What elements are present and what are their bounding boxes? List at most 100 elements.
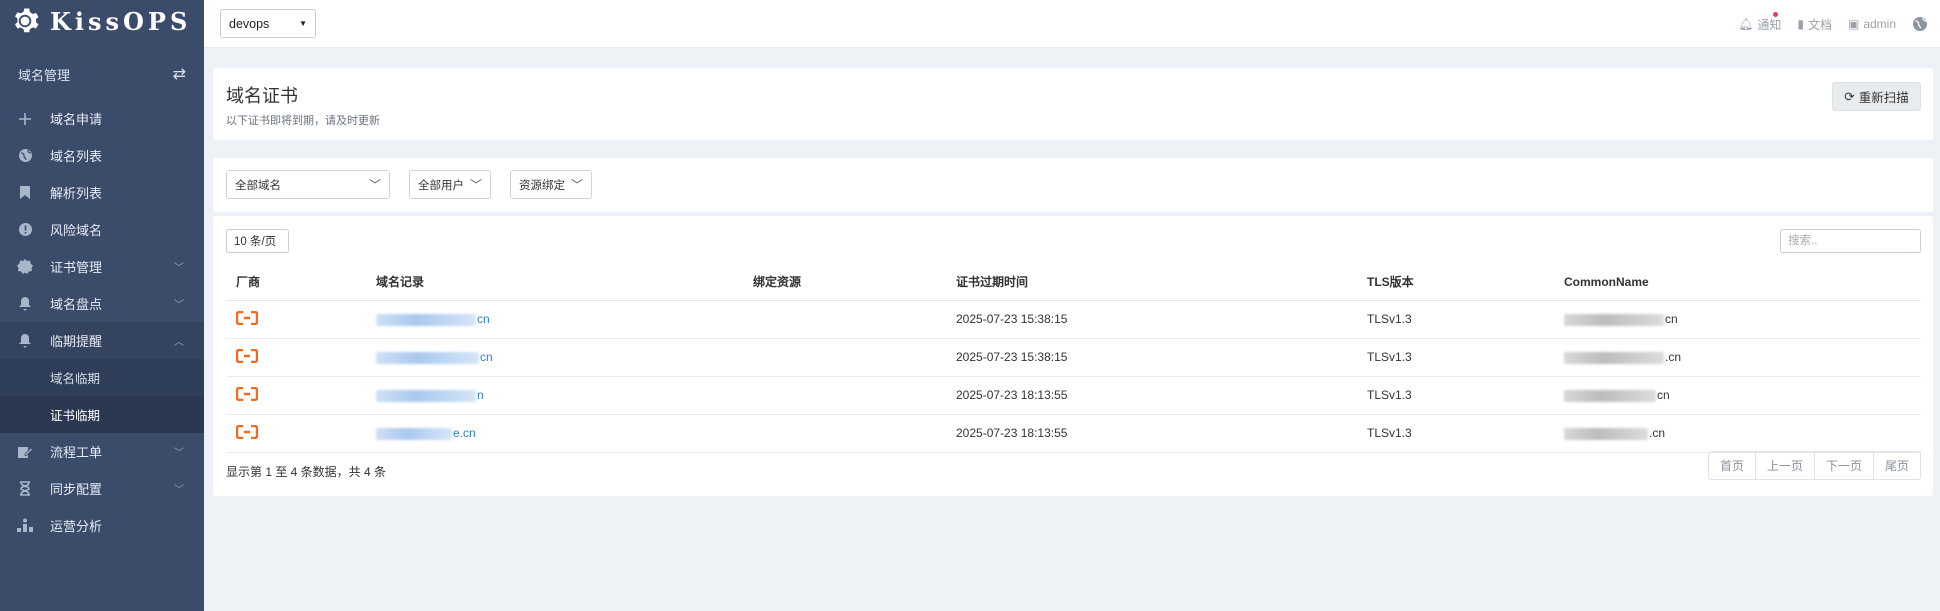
sidebar-section-header: 域名管理 ⇄: [0, 48, 204, 100]
pagination: 首页 上一页 下一页 尾页: [1707, 451, 1921, 480]
rescan-button[interactable]: ⟳ 重新扫描: [1832, 82, 1921, 111]
refresh-icon: ⟳: [1844, 90, 1855, 104]
brand-logo[interactable]: KissOPS: [0, 0, 204, 42]
resource-cell: [743, 300, 946, 339]
redacted-text: [1564, 313, 1664, 326]
domain-link[interactable]: n: [366, 376, 743, 415]
table-row: n 2025-07-23 18:13:55 TLSv1.3 cn: [226, 376, 1921, 415]
chevron-down-icon: ﹀: [368, 178, 381, 192]
sidebar-item-workflow[interactable]: 流程工单 ﹀: [0, 433, 204, 470]
chevron-down-icon: ﹀: [469, 178, 482, 192]
alert-icon: [16, 221, 34, 239]
redacted-text: [376, 351, 479, 364]
domain-suffix: n: [477, 388, 484, 402]
column-header-expire[interactable]: 证书过期时间: [946, 264, 1357, 301]
column-header-vendor[interactable]: 厂商: [226, 264, 366, 301]
user-menu[interactable]: ▣ admin: [1848, 17, 1896, 31]
redacted-text: [376, 313, 476, 326]
sidebar-subitem-domain-expiry[interactable]: 域名临期: [0, 359, 204, 396]
domain-link[interactable]: cn: [366, 338, 743, 377]
table-row: e.cn 2025-07-23 18:13:55 TLSv1.3 .cn: [226, 414, 1921, 453]
chevron-down-icon: ﹀: [174, 300, 184, 311]
commonname-suffix: .cn: [1665, 350, 1682, 364]
swap-icon[interactable]: ⇄: [173, 64, 186, 84]
column-header-commonname[interactable]: CommonName: [1554, 264, 1921, 301]
domain-link[interactable]: e.cn: [366, 414, 743, 453]
sidebar-item-domain-apply[interactable]: 域名申请: [0, 100, 204, 137]
sidebar-item-domain-inventory[interactable]: 域名盘点 ﹀: [0, 285, 204, 322]
notify-link[interactable]: 🔔︎ 通知: [1738, 11, 1781, 33]
chevron-down-icon: ﹀: [174, 448, 184, 459]
certificate-icon: [16, 258, 34, 276]
sidebar-item-expiry-reminder[interactable]: 临期提醒 ︿: [0, 322, 204, 359]
cert-table: 厂商 域名记录 绑定资源 证书过期时间 TLS版本 CommonName cn …: [226, 264, 1921, 453]
redacted-text: [1564, 351, 1664, 364]
table-info: 显示第 1 至 4 条数据，共 4 条: [226, 465, 387, 479]
tls-cell: TLSv1.3: [1357, 414, 1554, 453]
domain-suffix: e.cn: [453, 426, 476, 440]
expire-cell: 2025-07-23 15:38:15: [946, 338, 1357, 377]
edit-icon: [16, 443, 34, 461]
environment-select-value: devops: [229, 16, 270, 31]
plus-icon: [16, 110, 34, 128]
next-page-button[interactable]: 下一页: [1813, 452, 1873, 479]
bell-icon: [16, 332, 34, 350]
domain-filter-value: 全部域名: [235, 179, 281, 192]
sidebar-item-label: 流程工单: [50, 445, 103, 460]
aliyun-logo-icon: [235, 386, 259, 401]
tls-cell: TLSv1.3: [1357, 376, 1554, 415]
aliyun-logo-icon: [235, 348, 259, 363]
tls-cell: TLSv1.3: [1357, 338, 1554, 377]
user-label: admin: [1863, 17, 1896, 31]
aliyun-logo-icon: [235, 310, 259, 325]
prev-page-button[interactable]: 上一页: [1754, 452, 1814, 479]
resource-cell: [743, 338, 946, 377]
domain-link[interactable]: cn: [366, 300, 743, 339]
chevron-down-icon: ﹀: [174, 485, 184, 496]
commonname-cell: .cn: [1554, 338, 1921, 377]
topbar: devops ▼ 🔔︎ 通知 ▮ 文档 ▣ admin: [204, 0, 1940, 48]
sidebar-section-title: 域名管理: [18, 67, 71, 83]
rescan-label: 重新扫描: [1858, 91, 1909, 105]
commonname-cell: cn: [1554, 376, 1921, 415]
domain-filter-select[interactable]: 全部域名 ﹀: [226, 170, 390, 199]
user-filter-select[interactable]: 全部用户 ﹀: [409, 170, 491, 199]
resource-cell: [743, 376, 946, 415]
sidebar-item-label: 解析列表: [50, 186, 103, 201]
sidebar-item-label: 运营分析: [50, 519, 103, 534]
sidebar-item-risk-domains[interactable]: 风险域名: [0, 211, 204, 248]
column-header-resource[interactable]: 绑定资源: [743, 264, 946, 301]
bookmark-icon: [16, 184, 34, 202]
sidebar-item-domain-list[interactable]: 域名列表: [0, 137, 204, 174]
submenu-expiry: 域名临期 证书临期: [0, 359, 204, 433]
commonname-suffix: cn: [1665, 312, 1678, 326]
gear-icon: [15, 8, 39, 33]
table-row: cn 2025-07-23 15:38:15 TLSv1.3 .cn: [226, 338, 1921, 377]
expire-cell: 2025-07-23 18:13:55: [946, 376, 1357, 415]
globe-icon[interactable]: [1912, 16, 1928, 32]
sidebar-item-analytics[interactable]: 运营分析: [0, 507, 204, 544]
page-size-select[interactable]: 10 条/页: [226, 229, 289, 253]
top-links: 🔔︎ 通知 ▮ 文档 ▣ admin: [1738, 0, 1928, 48]
commonname-cell: cn: [1554, 300, 1921, 339]
page-title: 域名证书: [226, 86, 298, 106]
first-page-button[interactable]: 首页: [1709, 452, 1755, 479]
sidebar-item-cert-manage[interactable]: 证书管理 ﹀: [0, 248, 204, 285]
brand-name: KissOPS: [50, 6, 192, 36]
user-filter-value: 全部用户: [418, 179, 464, 192]
redacted-text: [1564, 427, 1648, 440]
resource-filter-value: 资源绑定: [519, 179, 565, 192]
sidebar-subitem-cert-expiry[interactable]: 证书临期: [0, 396, 204, 433]
environment-select[interactable]: devops ▼: [220, 9, 316, 38]
column-header-domain[interactable]: 域名记录: [366, 264, 743, 301]
resource-filter-select[interactable]: 资源绑定 ﹀: [510, 170, 592, 199]
aliyun-logo-icon: [235, 424, 259, 439]
book-icon: ▮: [1797, 17, 1804, 31]
docs-link[interactable]: ▮ 文档: [1797, 16, 1832, 33]
column-header-tls[interactable]: TLS版本: [1357, 264, 1554, 301]
sidebar-item-sync-config[interactable]: 同步配置 ﹀: [0, 470, 204, 507]
search-input[interactable]: [1780, 229, 1921, 253]
commonname-suffix: cn: [1657, 388, 1670, 402]
last-page-button[interactable]: 尾页: [1872, 452, 1920, 479]
sidebar-item-dns-list[interactable]: 解析列表: [0, 174, 204, 211]
